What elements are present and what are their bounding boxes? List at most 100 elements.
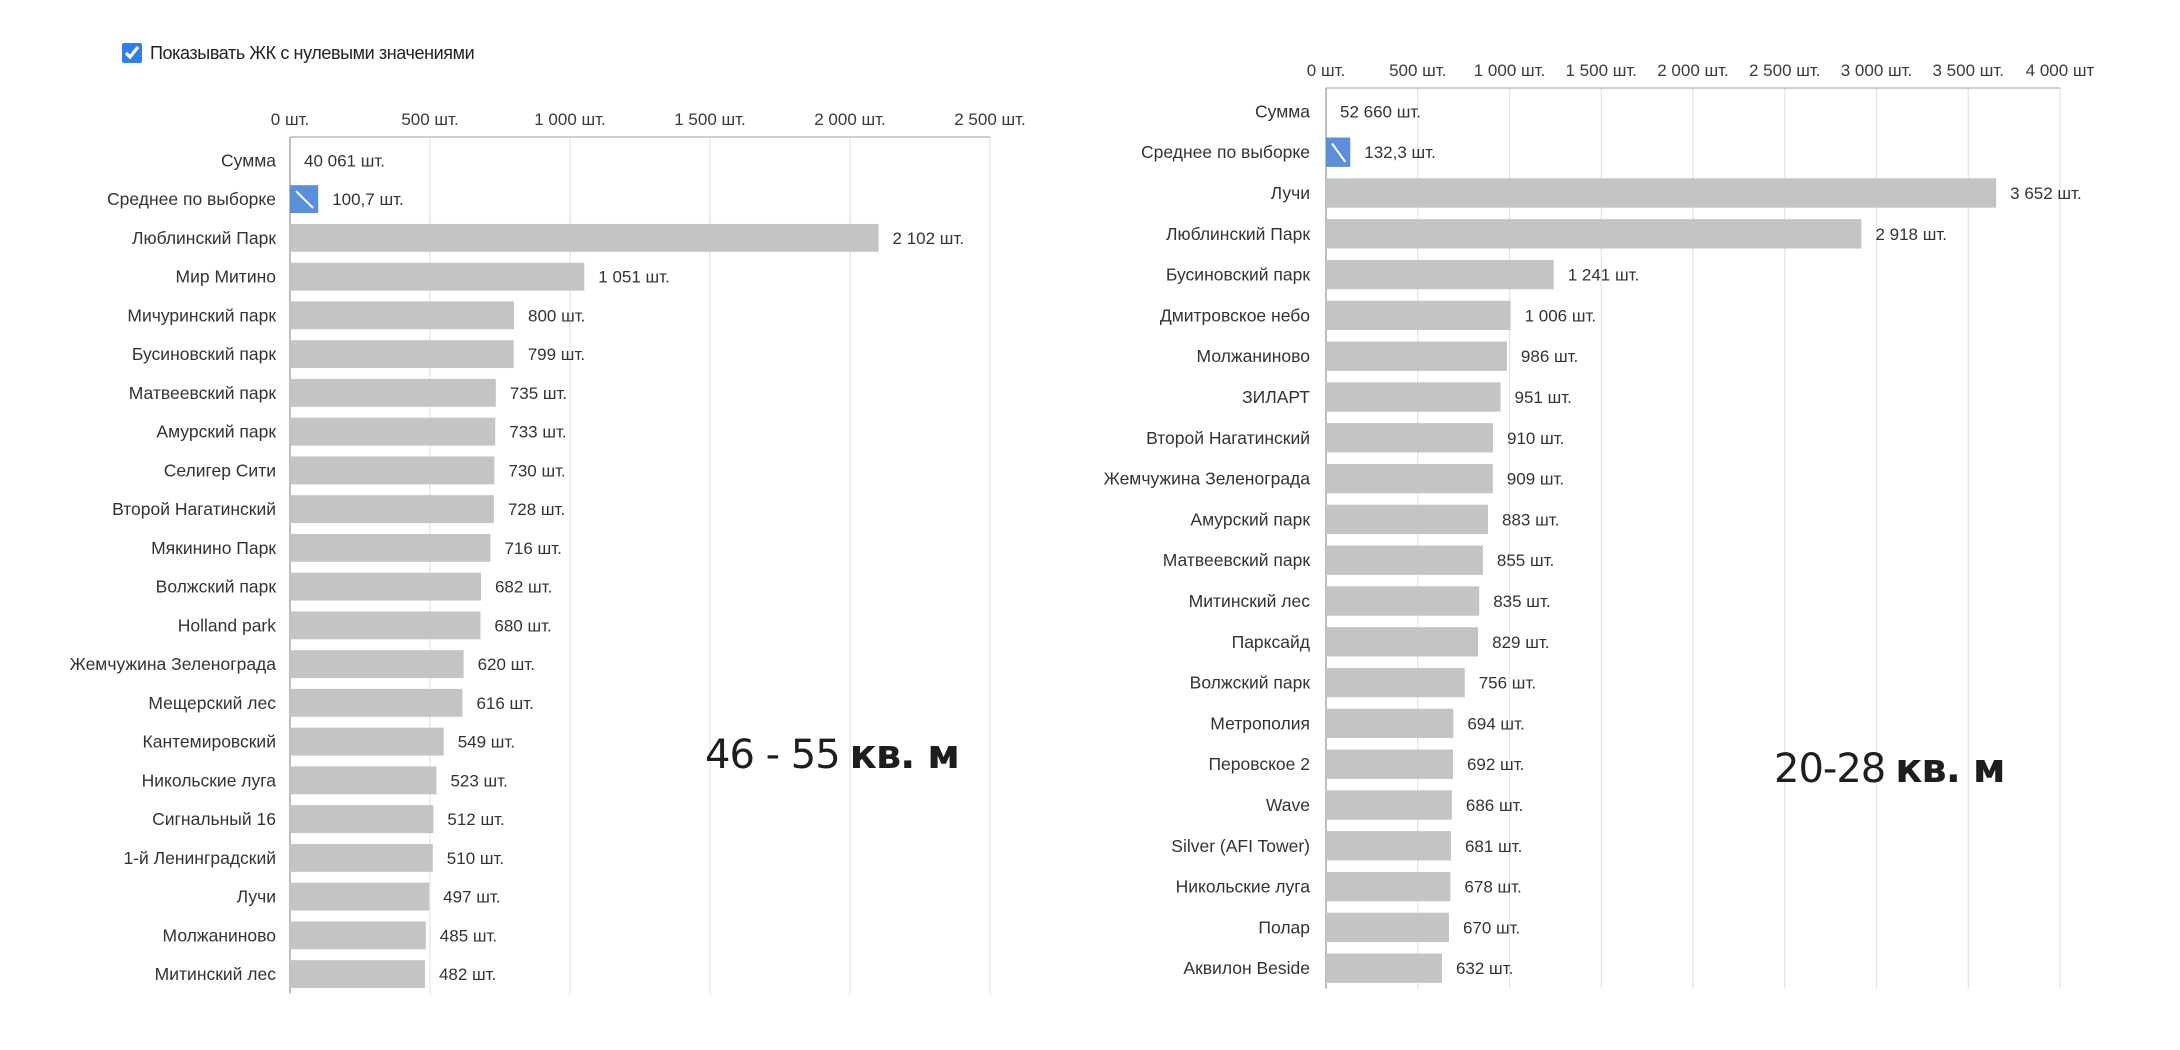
category-label: Второй Нагатинский (1146, 428, 1310, 448)
category-label: Holland park (178, 615, 276, 635)
bar-value-label: 716 шт. (504, 539, 561, 558)
category-label: Silver (AFI Tower) (1171, 836, 1310, 856)
bar[interactable] (1326, 463, 1493, 494)
x-tick-label: 1 000 шт. (534, 110, 606, 129)
category-label: Волжский парк (1190, 673, 1311, 693)
x-tick-label: 4 000 шт (2026, 61, 2095, 80)
bar-value-label: 3 652 шт. (2010, 184, 2082, 203)
category-label: Волжский парк (156, 577, 277, 597)
chart-left: 0 шт. 500 шт. 1 000 шт. 1 500 шт. 2 000 шт. 2… (68, 95, 1086, 1000)
category-label: Матвеевский парк (1163, 550, 1311, 570)
bar-value-label: 632 шт. (1456, 959, 1513, 978)
bar-value-label: 485 шт. (440, 926, 497, 945)
x-tick-label: 2 500 шт. (954, 110, 1026, 129)
bar[interactable] (1326, 219, 1862, 249)
bar-value-label: 510 шт. (447, 849, 504, 868)
bar-value-label: 728 шт. (508, 500, 565, 519)
bar[interactable] (290, 301, 514, 330)
bar-value-label: 909 шт. (1507, 470, 1564, 489)
category-label: Жемчужина Зеленограда (70, 654, 277, 674)
bar-value-label: 681 шт. (1465, 837, 1522, 856)
category-label: Мичуринский парк (127, 305, 276, 325)
bar-value-label: 497 шт. (443, 888, 500, 907)
chart-right: 0 шт. 500 шт. 1 000 шт. 1 500 шт. 2 000 шт. 2… (1100, 55, 2180, 995)
bar[interactable] (1326, 545, 1483, 575)
bar[interactable] (290, 766, 437, 795)
bar[interactable] (290, 378, 496, 407)
bar-value-label: 678 шт. (1464, 878, 1521, 897)
summary-row-label: Среднее по выборке (1141, 142, 1310, 162)
bar[interactable] (1326, 178, 1997, 208)
category-label: Никольские луга (142, 770, 277, 790)
x-tick-label: 0 шт. (271, 110, 309, 129)
bar-value-label: 512 шт. (447, 810, 504, 829)
category-label: Матвеевский парк (129, 383, 277, 403)
bar[interactable] (1326, 790, 1452, 820)
bar[interactable] (1326, 749, 1453, 779)
x-tick-label: 500 шт. (1389, 61, 1446, 80)
bar[interactable] (290, 882, 430, 911)
bar[interactable] (290, 572, 481, 601)
x-tick-label: 0 шт. (1307, 61, 1345, 80)
summary-row-label: Сумма (221, 150, 276, 170)
bar[interactable] (290, 843, 433, 872)
bar[interactable] (1326, 341, 1507, 371)
bar[interactable] (290, 262, 585, 291)
bar[interactable] (290, 533, 491, 562)
bar[interactable] (290, 805, 434, 834)
summary-row-label: Сумма (1255, 101, 1310, 121)
right-chart-area-label: 20-28 кв. м (1774, 746, 2006, 792)
bar-value-label: 1 006 шт. (1525, 306, 1597, 325)
bar[interactable] (1326, 912, 1449, 943)
x-tick-label: 3 500 шт. (1932, 61, 2004, 80)
x-tick-label: 1 500 шт. (674, 110, 746, 129)
bar[interactable] (290, 960, 425, 989)
bar[interactable] (1326, 831, 1451, 861)
bar-value-label: 692 шт. (1467, 755, 1524, 774)
category-label: Люблинский Парк (132, 228, 276, 248)
bar-value-label: 2 918 шт. (1875, 225, 1947, 244)
bar[interactable] (1326, 871, 1451, 902)
category-label: Мир Митино (176, 267, 277, 287)
x-tick-label: 1 500 шт. (1565, 61, 1637, 80)
bar[interactable] (290, 727, 444, 756)
bar[interactable] (1326, 953, 1442, 983)
category-label: Бусиновский парк (1166, 265, 1310, 285)
category-label: Дмитровское небо (1160, 305, 1310, 325)
bar[interactable] (1326, 667, 1465, 698)
bar[interactable] (1326, 504, 1489, 535)
bar[interactable] (290, 921, 426, 950)
bar[interactable] (1326, 300, 1511, 331)
bar-value-label: 730 шт. (508, 461, 565, 480)
bar-value-label: 620 шт. (478, 655, 535, 674)
category-label: Второй Нагатинский (112, 499, 276, 519)
bar[interactable] (290, 223, 879, 252)
bar[interactable] (290, 650, 464, 679)
bar[interactable] (290, 495, 494, 524)
bar[interactable] (290, 688, 463, 717)
bar-value-label: 694 шт. (1467, 714, 1524, 733)
bar[interactable] (290, 611, 481, 640)
summary-row-value: 40 061 шт. (304, 151, 385, 170)
category-label: Лучи (237, 887, 276, 907)
category-label: Мещерский лес (148, 693, 276, 713)
category-label: Лучи (1271, 183, 1310, 203)
category-label: ЗИЛАРТ (1242, 387, 1310, 407)
bar-value-label: 670 шт. (1463, 918, 1520, 937)
bar[interactable] (1326, 259, 1554, 290)
bar-value-label: 735 шт. (510, 384, 567, 403)
bar[interactable] (1326, 382, 1501, 412)
category-label: Митинский лес (155, 964, 277, 984)
bar-value-label: 800 шт. (528, 306, 585, 325)
bar[interactable] (1326, 708, 1454, 739)
category-label: Парксайд (1232, 632, 1310, 652)
bar[interactable] (1326, 423, 1493, 453)
bar[interactable] (290, 456, 495, 485)
bar[interactable] (290, 340, 514, 369)
category-label: Митинский лес (1189, 591, 1311, 611)
bar[interactable] (1326, 586, 1480, 616)
bar-value-label: 1 241 шт. (1568, 266, 1640, 285)
category-label: Бусиновский парк (132, 344, 276, 364)
bar[interactable] (1326, 627, 1479, 657)
bar[interactable] (290, 417, 496, 446)
